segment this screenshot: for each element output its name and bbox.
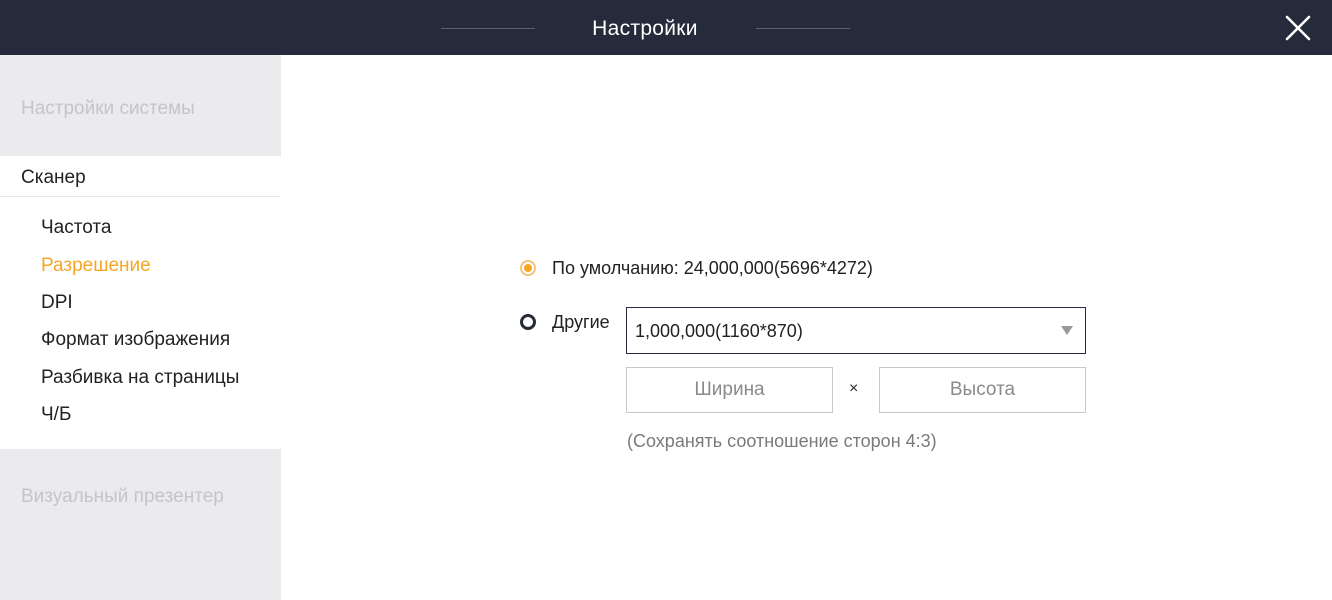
sidebar-subitem-dpi[interactable]: DPI bbox=[41, 292, 73, 314]
scanner-section: Сканер Частота Разрешение DPI Формат изо… bbox=[0, 156, 281, 449]
sidebar-subitem-resolution[interactable]: Разрешение bbox=[41, 255, 151, 277]
title-decor-line-left bbox=[441, 28, 535, 29]
default-resolution-radio[interactable] bbox=[520, 260, 536, 276]
other-resolution-radio[interactable] bbox=[520, 314, 536, 330]
close-button[interactable] bbox=[1279, 10, 1317, 46]
times-sign: × bbox=[849, 380, 859, 397]
default-resolution-label: По умолчанию: 24,000,000(5696*4272) bbox=[552, 258, 873, 278]
sidebar: Настройки системы Сканер Частота Разреше… bbox=[0, 55, 281, 600]
width-input[interactable]: Ширина bbox=[626, 367, 833, 413]
sidebar-item-system-settings[interactable]: Настройки системы bbox=[21, 98, 195, 120]
title-decor-line-right bbox=[756, 28, 850, 29]
sidebar-subitem-frequency[interactable]: Частота bbox=[41, 217, 111, 239]
sidebar-subitem-page-split[interactable]: Разбивка на страницы bbox=[41, 367, 239, 389]
resolution-select-value: 1,000,000(1160*870) bbox=[635, 321, 803, 341]
window-title: Настройки bbox=[592, 17, 698, 40]
sidebar-divider bbox=[0, 196, 281, 197]
height-input[interactable]: Высота bbox=[879, 367, 1086, 413]
close-icon bbox=[1285, 15, 1311, 41]
sidebar-subitem-bw[interactable]: Ч/Б bbox=[41, 404, 71, 426]
title-bar: Настройки bbox=[0, 0, 1332, 55]
sidebar-item-visual-presenter[interactable]: Визуальный презентер bbox=[21, 486, 224, 508]
triangle-down-icon bbox=[1061, 326, 1073, 335]
aspect-ratio-hint: (Сохранять соотношение сторон 4:3) bbox=[627, 431, 937, 451]
resolution-select[interactable]: 1,000,000(1160*870) bbox=[626, 307, 1086, 354]
other-resolution-label: Другие bbox=[552, 312, 610, 332]
sidebar-item-scanner[interactable]: Сканер bbox=[21, 167, 86, 189]
sidebar-subitem-image-format[interactable]: Формат изображения bbox=[41, 329, 230, 351]
